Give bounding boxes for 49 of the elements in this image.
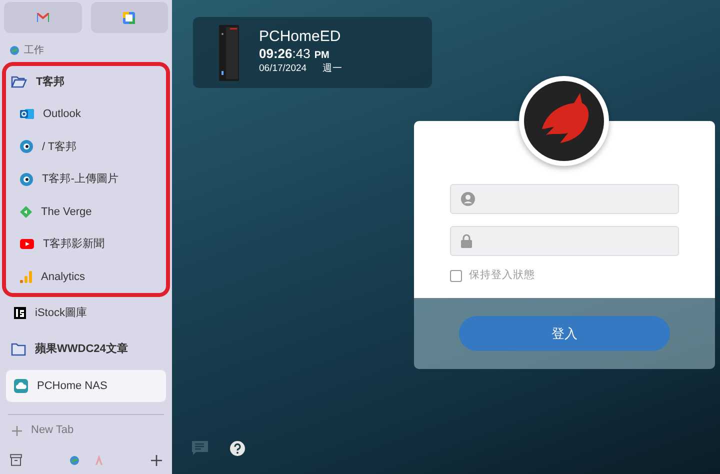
globe-icon <box>70 456 79 465</box>
diamond-icon <box>20 206 32 218</box>
space-label: 工作 <box>24 44 44 58</box>
plus-icon <box>12 426 22 436</box>
sidebar-tab[interactable]: iStock圖庫 <box>6 297 166 330</box>
password-field[interactable] <box>450 226 679 256</box>
add-button[interactable] <box>151 454 162 466</box>
clock-period: PM <box>314 50 330 62</box>
archive-icon <box>10 454 22 466</box>
chat-button[interactable] <box>192 441 208 456</box>
clock-time: 09:26:43 <box>259 46 310 62</box>
device-name: PCHomeED <box>259 28 342 46</box>
username-field[interactable] <box>450 184 679 214</box>
logo-icon <box>14 307 26 320</box>
sidebar-tab[interactable]: PCHome NAS <box>6 370 166 402</box>
pinned-tab[interactable] <box>90 2 168 33</box>
sidebar-tab[interactable]: T客邦影新聞 <box>6 228 166 261</box>
date-text: 06/17/2024 <box>259 62 307 76</box>
remember-checkbox[interactable] <box>450 270 462 282</box>
bar-chart-icon <box>20 270 32 283</box>
sidebar-folder[interactable]: 蘋果WWDC24文章 <box>6 333 166 366</box>
chat-icon <box>192 441 208 456</box>
plus-icon <box>151 454 162 466</box>
sidebar-tab[interactable]: Outlook <box>6 98 166 131</box>
help-button[interactable] <box>230 441 245 456</box>
play-icon <box>20 239 34 250</box>
space-button[interactable] <box>70 456 79 465</box>
help-icon <box>230 441 245 456</box>
globe-icon <box>10 46 19 56</box>
weekday-text: 週一 <box>322 62 343 76</box>
sidebar-tab[interactable]: Analytics <box>6 260 166 294</box>
login-button[interactable]: 登入 <box>459 316 670 351</box>
user-icon <box>461 192 475 206</box>
sidebar-tab[interactable]: The Verge <box>6 196 166 228</box>
sidebar-tab[interactable]: / T客邦 <box>6 130 166 164</box>
cloud-icon <box>14 378 28 393</box>
sidebar-tab[interactable]: T客邦-上傳圖片 <box>6 163 166 196</box>
nas-device-icon <box>219 24 239 80</box>
calendar-icon <box>123 12 136 24</box>
folder-icon <box>11 343 26 356</box>
mail-icon <box>36 13 49 22</box>
remember-label: 保持登入狀態 <box>469 268 535 283</box>
lock-icon <box>461 234 472 248</box>
eye-icon <box>20 140 33 154</box>
eye-icon <box>20 172 33 186</box>
folder-icon <box>11 76 27 88</box>
mail-icon <box>20 108 34 120</box>
sidebar-folder[interactable]: T客邦 <box>6 66 166 98</box>
archive-button[interactable] <box>10 454 22 466</box>
